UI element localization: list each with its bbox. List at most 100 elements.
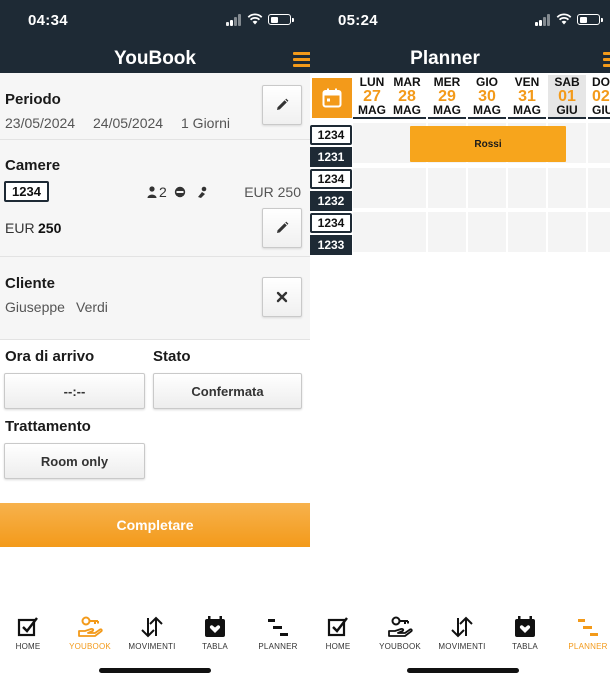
home-checkbox-icon [17,617,38,637]
hamburger-menu-icon[interactable] [603,52,610,67]
grid-cell[interactable] [353,168,391,208]
youbook-screen: 04:34 YouBook Periodo 23/05/2024 24/05/2… [0,0,310,680]
grid-cell[interactable] [353,212,391,252]
status-bar: 05:24 [310,0,610,42]
person-icon [147,186,157,198]
booking-bar[interactable]: Rossi [410,126,566,162]
grid-cell[interactable] [468,168,506,208]
tab-tabla[interactable]: TABLA [184,615,246,651]
room-label[interactable]: 1232 [310,191,352,211]
day-month: MAG [508,104,546,119]
edit-camere-button[interactable] [262,208,302,248]
stato-select-button[interactable]: Confermata [153,373,302,409]
room-label[interactable]: 1231 [310,147,352,167]
grid-cell[interactable] [508,168,546,208]
tab-home[interactable]: HOME [310,615,369,651]
remove-cliente-button[interactable] [262,277,302,317]
grid-cell[interactable] [548,212,586,252]
day-header[interactable]: SAB 01 GIU [548,75,586,119]
room-label[interactable]: 1234 [310,213,352,233]
day-header[interactable]: MER 29 MAG [428,75,466,119]
day-number: 28 [398,88,416,105]
grid-cell[interactable] [468,212,506,252]
day-number: 30 [478,88,496,105]
room-label[interactable]: 1234 [310,169,352,189]
trattamento-select-button[interactable]: Room only [4,443,145,479]
app-header: YouBook [0,42,310,73]
day-header[interactable]: VEN 31 MAG [508,75,546,119]
home-checkbox-icon [327,617,348,637]
day-month: MAG [428,104,466,119]
movements-arrows-icon [141,616,163,638]
grid-cell[interactable] [588,212,610,252]
day-month: GIU [588,104,610,119]
home-indicator[interactable] [99,668,211,673]
tab-youbook[interactable]: YOUBOOK [369,615,431,651]
day-header[interactable]: DOM02GIU [588,75,610,119]
total-amount: 250 [38,220,62,236]
periodo-end-date: 24/05/2024 [93,115,164,131]
room-label[interactable]: 1234 [310,125,352,145]
wifi-icon [556,13,572,25]
tab-home-label: HOME [325,642,351,651]
child-icon [174,186,186,198]
day-header[interactable]: LUN 27 MAG [353,75,391,119]
app-header: Planner [310,42,610,73]
status-time: 05:24 [338,12,378,29]
day-number: 31 [518,88,536,105]
grid-cell[interactable] [548,168,586,208]
status-time: 04:34 [28,12,68,29]
room-price: EUR 250 [244,184,301,200]
complete-button[interactable]: Completare [0,503,310,547]
planner-screen: 05:24 Planner LUN 27 MAG MAR 28 MAG MER 29 MAG… [310,0,610,680]
planner-bars-icon [578,619,598,636]
grid-cell[interactable] [428,212,466,252]
tab-tabla[interactable]: TABLA [494,615,556,651]
calendar-icon [322,88,342,108]
youbook-hand-key-icon [78,616,103,637]
grid-cell[interactable] [388,168,426,208]
room-label[interactable]: 1233 [310,235,352,255]
tab-movimenti-label: MOVIMENTI [438,642,486,651]
day-month: MAG [388,104,426,119]
grid-cell[interactable] [588,123,610,163]
tab-planner[interactable]: PLANNER [247,615,309,651]
page-title: Planner [410,48,480,69]
tab-planner[interactable]: PLANNER [557,615,610,651]
grid-cell[interactable] [428,168,466,208]
tab-home[interactable]: HOME [0,615,59,651]
cliente-label: Cliente [5,275,56,292]
tab-youbook[interactable]: YOUBOOK [59,615,121,651]
pencil-icon [277,98,289,110]
day-header[interactable]: GIO 30 MAG [468,75,506,119]
arrivo-label: Ora di arrivo [5,348,95,365]
signal-icon [535,14,551,26]
bottom-tab-bar: HOME YOUBOOK MOVIMENTI TABLA PLANNER [310,612,610,680]
day-month: MAG [353,104,391,119]
tab-movimenti[interactable]: MOVIMENTI [431,615,493,651]
edit-periodo-button[interactable] [262,85,302,125]
youbook-hand-key-icon [388,616,413,637]
day-header[interactable]: MAR 28 MAG [388,75,426,119]
grid-cell[interactable] [388,212,426,252]
home-indicator[interactable] [407,668,519,673]
tab-movimenti[interactable]: MOVIMENTI [121,615,183,651]
periodo-start-date: 23/05/2024 [5,115,76,131]
day-number: 27 [363,88,381,105]
grid-cell[interactable] [588,168,610,208]
day-number: 01 [558,88,576,105]
page-title: YouBook [114,48,196,69]
grid-cell[interactable] [508,212,546,252]
arrival-time-button[interactable]: --:-- [4,373,145,409]
periodo-nights: 1 Giorni [181,115,231,131]
camere-label: Camere [5,157,61,174]
cliente-section: Cliente Giuseppe Verdi [0,257,310,340]
calendar-picker-button[interactable] [312,78,352,118]
room-number-badge: 1234 [4,181,49,202]
battery-icon [577,14,603,25]
grid-cell[interactable] [353,123,391,163]
close-icon [276,291,288,303]
hamburger-menu-icon[interactable] [293,52,310,67]
day-number: 29 [438,88,456,105]
day-month: MAG [468,104,506,119]
